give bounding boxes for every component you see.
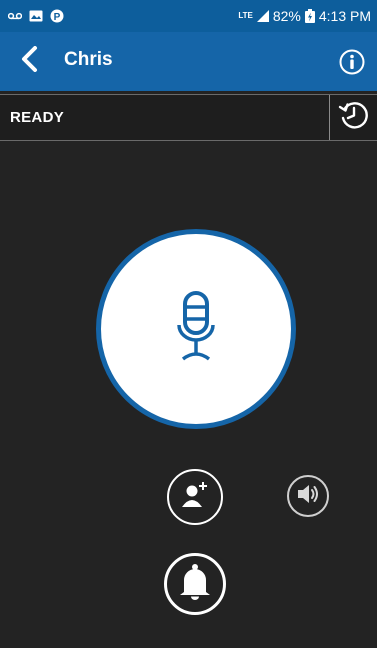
microphone-icon	[176, 290, 216, 368]
history-icon	[337, 98, 371, 137]
image-icon	[29, 10, 43, 22]
speaker-button[interactable]	[287, 475, 329, 517]
status-bar: P LTE 82% 4:13 PM	[0, 0, 377, 32]
back-button[interactable]	[14, 44, 44, 78]
bell-icon	[178, 563, 212, 606]
info-button[interactable]	[339, 49, 365, 75]
battery-charging-icon	[304, 9, 315, 23]
call-status: READY	[10, 109, 65, 126]
ptt-call-screen: P LTE 82% 4:13 PM Chris READY	[0, 0, 377, 648]
app-bar: Chris	[0, 32, 377, 91]
voicemail-icon	[8, 12, 22, 20]
history-button[interactable]	[329, 95, 377, 140]
network-type: LTE	[238, 11, 253, 20]
push-to-talk-button[interactable]	[96, 229, 296, 429]
signal-icon	[256, 10, 269, 22]
add-participant-button[interactable]	[167, 469, 223, 525]
chevron-left-icon	[20, 45, 38, 77]
svg-text:P: P	[54, 12, 61, 23]
speaker-icon	[296, 483, 320, 510]
add-user-icon	[180, 480, 210, 515]
call-status-bar: READY	[0, 94, 377, 141]
battery-percent: 82%	[272, 8, 301, 24]
info-icon	[339, 49, 365, 79]
parking-icon: P	[50, 9, 64, 23]
contact-name: Chris	[64, 49, 113, 70]
system-status: LTE 82% 4:13 PM	[238, 8, 371, 24]
notification-icons: P	[8, 9, 64, 23]
alert-button[interactable]	[164, 553, 226, 615]
clock: 4:13 PM	[318, 8, 371, 24]
